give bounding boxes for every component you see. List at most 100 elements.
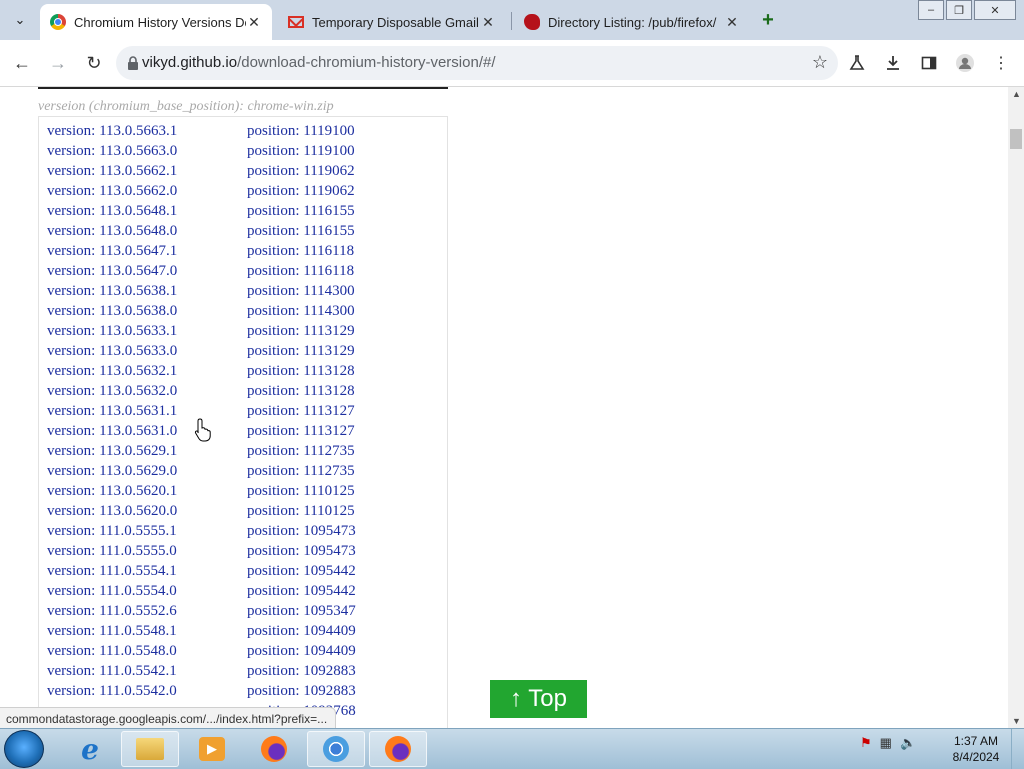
back-to-top-button[interactable]: ↑ Top [490,680,587,718]
position-link[interactable]: position: 1094409 [247,643,447,660]
version-link[interactable]: version: 111.0.5548.0 [47,643,247,660]
clock-date: 8/4/2024 [952,750,1000,764]
version-link[interactable]: version: 113.0.5638.0 [47,303,247,320]
position-link[interactable]: position: 1119062 [247,183,447,200]
position-link[interactable]: position: 1094409 [247,623,447,640]
restore-button[interactable]: ❐ [946,0,972,20]
position-link[interactable]: position: 1114300 [247,283,447,300]
close-icon[interactable]: ✕ [246,14,262,30]
position-link[interactable]: position: 1116118 [247,263,447,280]
tab-title: Chromium History Versions Do [74,14,246,30]
position-link[interactable]: position: 1092883 [247,683,447,700]
version-link[interactable]: version: 113.0.5633.0 [47,343,247,360]
version-link[interactable]: version: 113.0.5632.0 [47,383,247,400]
side-panel-icon[interactable] [918,52,940,74]
version-link[interactable]: version: 113.0.5629.1 [47,443,247,460]
taskbar-internet-explorer[interactable]: e [61,731,119,767]
kebab-menu-icon[interactable]: ⋮ [990,52,1012,74]
vertical-scrollbar[interactable]: ▲ ▼ [1008,87,1024,728]
network-icon[interactable]: ▦ [880,735,892,751]
back-button[interactable]: ← [10,51,34,75]
position-link[interactable]: position: 1092883 [247,663,447,680]
version-link[interactable]: version: 111.0.5542.0 [47,683,247,700]
scrollbar-thumb[interactable] [1010,129,1022,149]
tab-directory-listing[interactable]: Directory Listing: /pub/firefox/ ✕ [514,4,750,40]
taskbar-chromium[interactable] [307,731,365,767]
reload-button[interactable]: ↻ [82,51,106,75]
start-button[interactable] [4,730,44,768]
version-link[interactable]: version: 113.0.5647.1 [47,243,247,260]
version-link[interactable]: version: 113.0.5663.0 [47,143,247,160]
version-link[interactable]: version: 113.0.5662.0 [47,183,247,200]
position-link[interactable]: position: 1113127 [247,423,447,440]
version-link[interactable]: version: 113.0.5629.0 [47,463,247,480]
position-link[interactable]: position: 1113127 [247,403,447,420]
position-link[interactable]: position: 1110125 [247,503,447,520]
version-link[interactable]: version: 111.0.5542.1 [47,663,247,680]
position-link[interactable]: position: 1112735 [247,463,447,480]
version-link[interactable]: version: 113.0.5638.1 [47,283,247,300]
version-link[interactable]: version: 111.0.5555.1 [47,523,247,540]
scroll-up-arrow-icon[interactable]: ▲ [1012,89,1021,99]
version-link[interactable]: version: 113.0.5648.0 [47,223,247,240]
position-link[interactable]: position: 1113128 [247,363,447,380]
new-tab-button[interactable]: + [756,8,780,32]
position-link[interactable]: position: 1112735 [247,443,447,460]
version-link[interactable]: version: 113.0.5662.1 [47,163,247,180]
clock[interactable]: 1:37 AM 8/4/2024 [946,733,1006,765]
position-link[interactable]: position: 1113129 [247,343,447,360]
position-link[interactable]: position: 1113129 [247,323,447,340]
profile-avatar-icon[interactable] [954,52,976,74]
position-link[interactable]: position: 1119100 [247,143,447,160]
version-link[interactable]: version: 113.0.5633.1 [47,323,247,340]
labs-flask-icon[interactable] [846,52,868,74]
position-link[interactable]: position: 1113128 [247,383,447,400]
position-link[interactable]: position: 1114300 [247,303,447,320]
position-link[interactable]: position: 1095473 [247,543,447,560]
position-link[interactable]: position: 1119062 [247,163,447,180]
tab-chromium-history[interactable]: Chromium History Versions Do ✕ [40,4,272,40]
version-link[interactable]: version: 113.0.5620.1 [47,483,247,500]
position-link[interactable]: position: 1095442 [247,563,447,580]
scroll-down-arrow-icon[interactable]: ▼ [1012,716,1021,726]
minimize-button[interactable]: – [918,0,944,20]
position-link[interactable]: position: 1119100 [247,123,447,140]
version-link[interactable]: version: 113.0.5648.1 [47,203,247,220]
taskbar-firefox-2[interactable] [369,731,427,767]
version-link[interactable]: version: 111.0.5554.0 [47,583,247,600]
show-desktop-button[interactable] [1011,729,1024,769]
volume-muted-icon[interactable]: 🔈 [900,735,916,751]
version-link[interactable]: version: 111.0.5548.1 [47,623,247,640]
close-window-button[interactable]: ✕ [974,0,1016,20]
action-center-flag-icon[interactable]: ⚑ [860,735,872,751]
forward-button[interactable]: → [46,51,70,75]
version-link[interactable]: version: 113.0.5663.1 [47,123,247,140]
version-link[interactable]: version: 113.0.5632.1 [47,363,247,380]
position-link[interactable]: position: 1116118 [247,243,447,260]
version-link[interactable]: version: 111.0.5552.6 [47,603,247,620]
version-link[interactable]: version: 113.0.5620.0 [47,503,247,520]
tab-search-button[interactable]: ⌄ [6,6,34,34]
folder-icon [136,738,164,760]
position-link[interactable]: position: 1110125 [247,483,447,500]
version-link[interactable]: version: 113.0.5631.1 [47,403,247,420]
taskbar-file-explorer[interactable] [121,731,179,767]
position-link[interactable]: position: 1095473 [247,523,447,540]
bookmark-star-icon[interactable]: ☆ [812,52,828,73]
taskbar-firefox[interactable] [245,731,303,767]
close-icon[interactable]: ✕ [724,14,740,30]
list-caption: verseion (chromium_base_position): chrom… [38,99,334,114]
tab-temp-gmail[interactable]: Temporary Disposable Gmail | ✕ [278,4,506,40]
version-link[interactable]: version: 113.0.5631.0 [47,423,247,440]
download-icon[interactable] [882,52,904,74]
version-link[interactable]: version: 111.0.5554.1 [47,563,247,580]
position-link[interactable]: position: 1116155 [247,223,447,240]
position-link[interactable]: position: 1095442 [247,583,447,600]
position-link[interactable]: position: 1116155 [247,203,447,220]
taskbar-media-player[interactable]: ▶ [183,731,241,767]
position-link[interactable]: position: 1095347 [247,603,447,620]
version-link[interactable]: version: 111.0.5555.0 [47,543,247,560]
address-bar[interactable]: vikyd.github.io/download-chromium-histor… [116,46,838,80]
close-icon[interactable]: ✕ [480,14,496,30]
version-link[interactable]: version: 113.0.5647.0 [47,263,247,280]
